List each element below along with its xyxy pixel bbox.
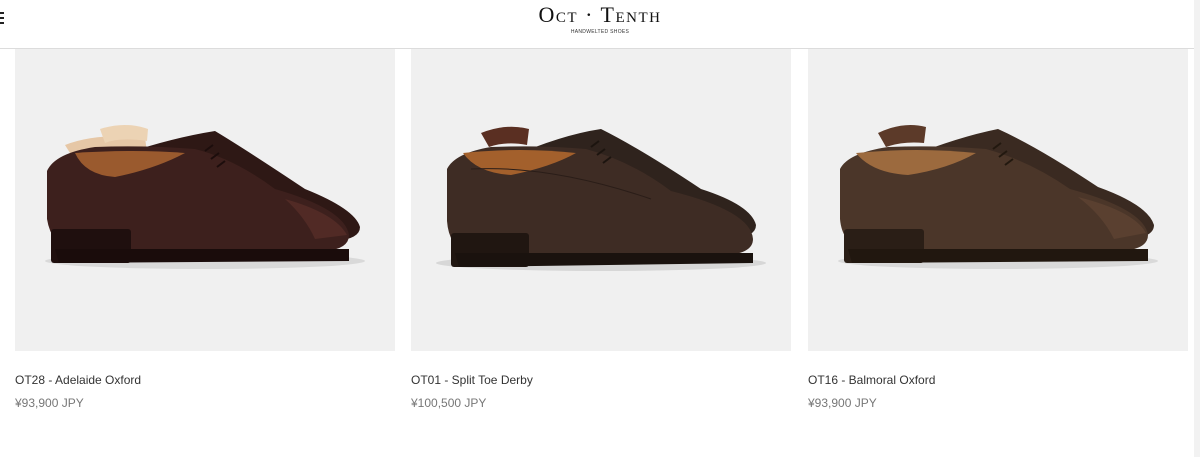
product-image[interactable] (411, 49, 791, 351)
product-card[interactable]: OT01 - Split Toe Derby ¥100,500 JPY (411, 49, 791, 410)
site-header: Oct · Tenth HANDWELTED SHOES (0, 0, 1200, 49)
oxford-shoe-image (45, 125, 365, 269)
product-name[interactable]: OT01 - Split Toe Derby (411, 373, 533, 387)
product-price: ¥93,900 JPY (15, 396, 84, 410)
product-price: ¥100,500 JPY (411, 396, 487, 410)
scrollbar[interactable] (1194, 0, 1200, 457)
logo-subtitle: HANDWELTED SHOES (570, 29, 630, 35)
product-name[interactable]: OT16 - Balmoral Oxford (808, 373, 935, 387)
brand-logo[interactable]: Oct · Tenth HANDWELTED SHOES (0, 2, 1200, 35)
product-price: ¥93,900 JPY (808, 396, 877, 410)
product-card[interactable]: OT16 - Balmoral Oxford ¥93,900 JPY (808, 49, 1188, 410)
product-image[interactable] (15, 49, 395, 351)
balmoral-shoe-image (838, 125, 1158, 269)
product-card[interactable]: OT28 - Adelaide Oxford ¥93,900 JPY (15, 49, 395, 410)
product-name[interactable]: OT28 - Adelaide Oxford (15, 373, 141, 387)
product-image[interactable] (808, 49, 1188, 351)
logo-text: Oct · Tenth (538, 2, 662, 27)
derby-shoe-image (436, 126, 766, 271)
